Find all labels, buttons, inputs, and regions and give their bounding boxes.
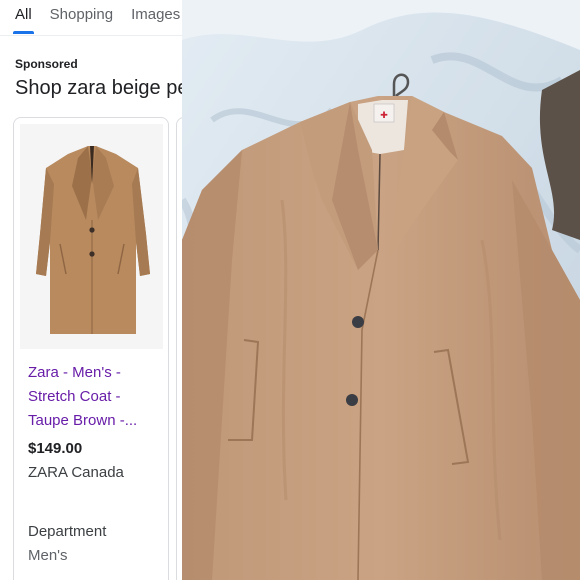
camel-overcoat-photo: ✚ [182, 0, 580, 580]
product-card[interactable]: Zara - Men's - Stretch Coat - Taupe Brow… [13, 117, 169, 580]
camel-overcoat-image [20, 124, 163, 349]
search-results-panel: All Shopping Images Sponsored Shop zara … [0, 0, 182, 580]
svg-text:✚: ✚ [380, 111, 388, 121]
product-title-line: Zara - Men's - [28, 364, 121, 381]
sponsored-label: Sponsored [15, 57, 78, 71]
product-seller: ZARA Canada [28, 464, 124, 481]
product-title-link[interactable]: Zara - Men's - Stretch Coat - Taupe Brow… [28, 361, 168, 433]
search-tabs: All Shopping Images [0, 0, 182, 36]
tab-images[interactable]: Images [131, 0, 180, 34]
tab-all[interactable]: All [13, 0, 34, 34]
department-value: Men's [28, 547, 68, 564]
product-title-line: Stretch Coat - [28, 388, 121, 405]
shop-heading: Shop zara beige pe [15, 77, 182, 99]
product-title-line: Taupe Brown -... [28, 412, 138, 429]
tab-shopping[interactable]: Shopping [50, 0, 113, 34]
coat-photo: ✚ [182, 0, 580, 580]
product-image[interactable] [20, 124, 163, 349]
department-label: Department [28, 523, 107, 540]
product-price: $149.00 [28, 440, 83, 457]
